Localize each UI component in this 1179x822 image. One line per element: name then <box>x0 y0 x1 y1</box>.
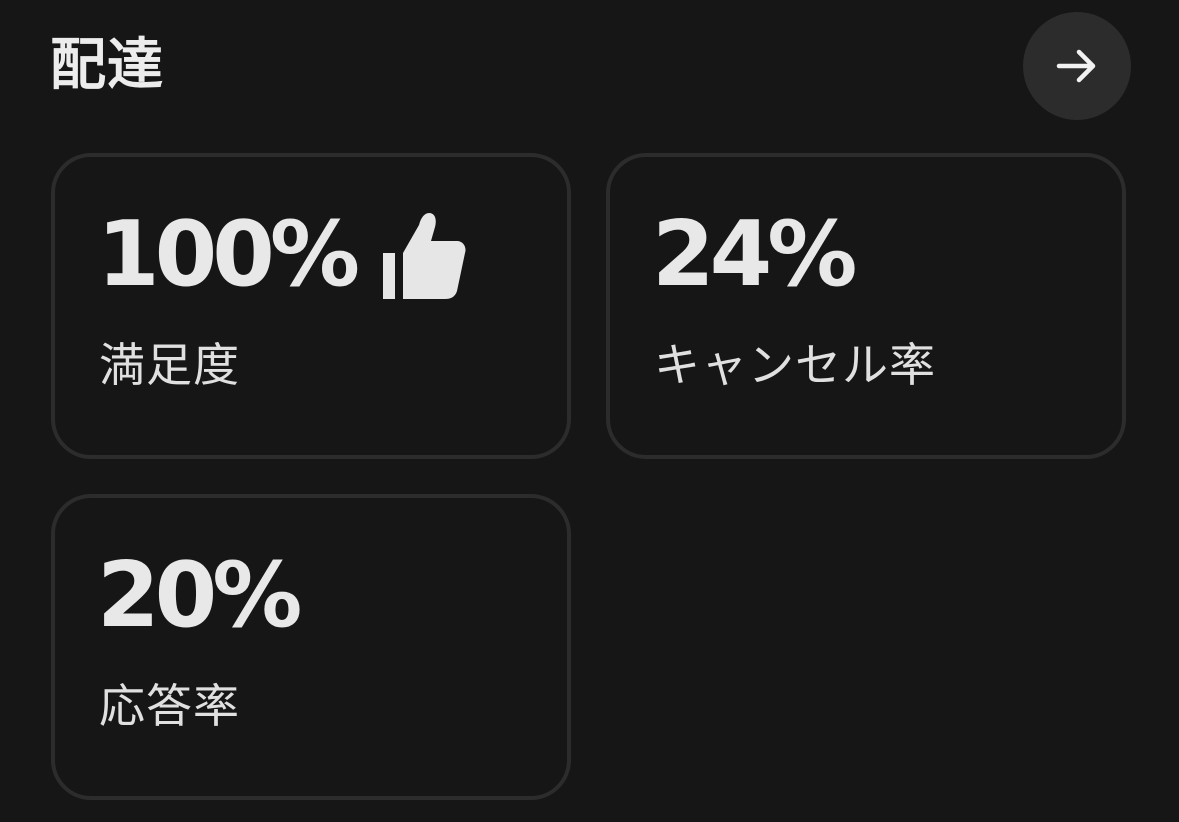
arrow-right-icon <box>1056 49 1096 83</box>
metric-card-response: 20% 応答率 <box>51 494 571 800</box>
metric-label: キャンセル率 <box>654 338 936 392</box>
metric-card-cancellation: 24% キャンセル率 <box>606 153 1126 459</box>
thumbs-up-icon <box>383 213 466 299</box>
metric-value: 24% <box>652 202 857 307</box>
metric-value: 100% <box>97 202 360 307</box>
metric-card-satisfaction: 100% 満足度 <box>51 153 571 459</box>
metric-value: 20% <box>97 543 302 648</box>
metric-label: 応答率 <box>99 679 240 733</box>
next-button[interactable] <box>1023 12 1131 120</box>
metric-label: 満足度 <box>99 338 240 392</box>
metric-row: 20% <box>97 543 302 648</box>
metric-row: 24% <box>652 202 857 307</box>
section-title: 配達 <box>50 33 164 98</box>
metric-row: 100% <box>97 207 467 303</box>
